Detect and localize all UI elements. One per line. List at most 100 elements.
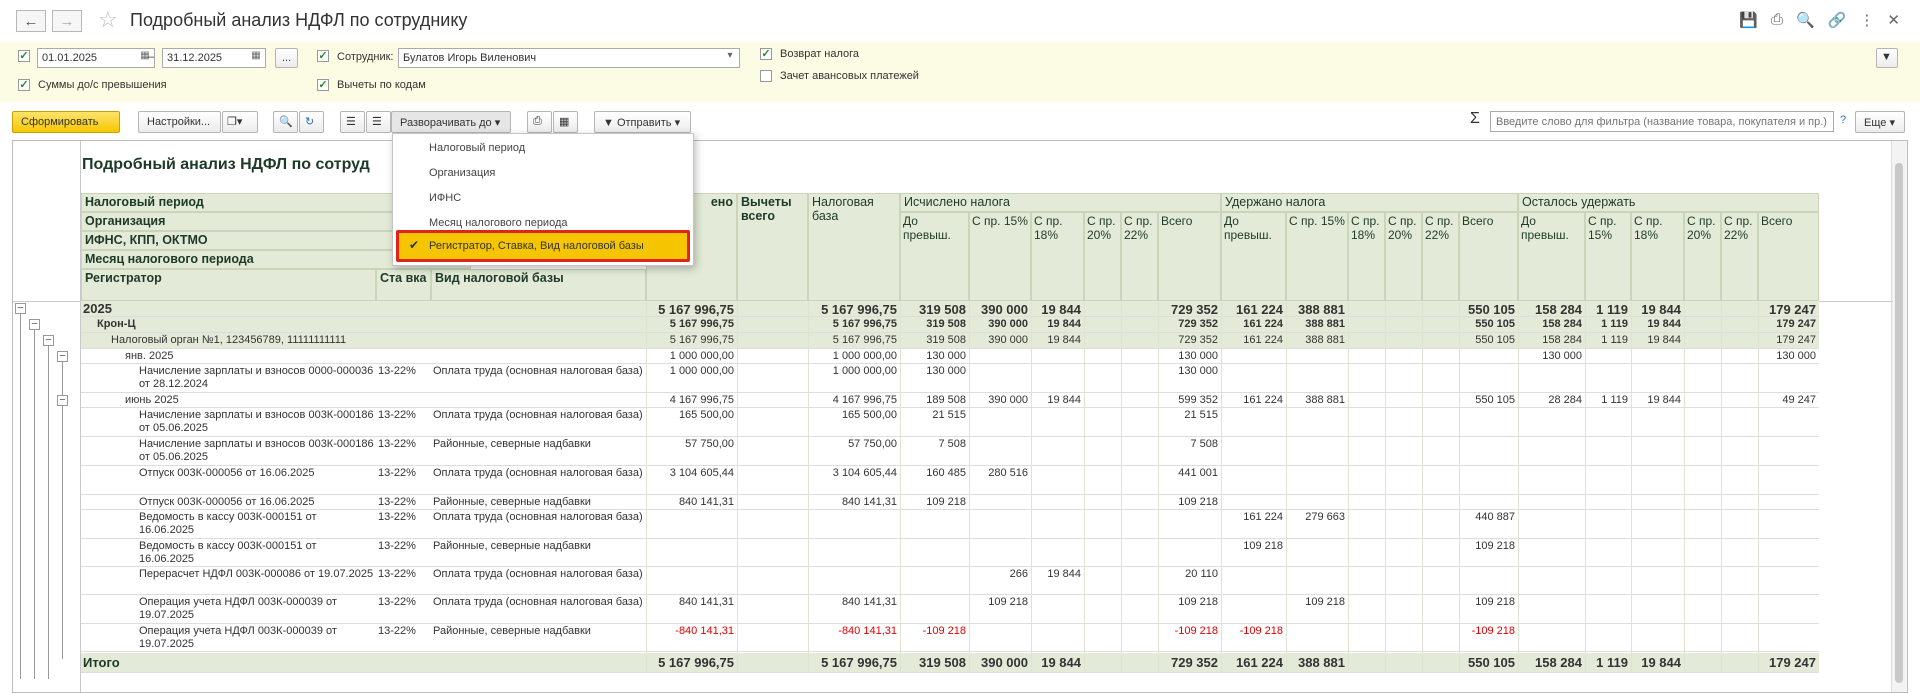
search-button[interactable]: 🔍 — [273, 111, 298, 133]
group-withheld: Удержано налога — [1221, 193, 1518, 212]
collapse-toggle-icon: − — [57, 395, 68, 406]
column-divider — [1031, 301, 1032, 673]
expand-to-button[interactable]: Разворачивать до ▾ — [391, 111, 511, 133]
column-divider — [808, 301, 809, 673]
value-cell: 440 887 — [1475, 511, 1515, 523]
preview-icon: ▦ — [559, 116, 570, 128]
more-vertical-icon[interactable]: ⋮ — [1859, 11, 1874, 29]
collapse-toggle-icon: − — [57, 351, 68, 362]
subcolumn-header: С пр. 22% — [1422, 212, 1459, 301]
period-select-button[interactable]: ... — [275, 48, 299, 68]
settings-button[interactable]: Настройки... — [138, 111, 221, 133]
tree-line — [62, 399, 63, 659]
offset-checkbox[interactable] — [760, 70, 772, 82]
list-expand-icon: ☰ — [372, 116, 382, 128]
sum-icon[interactable]: Σ — [1470, 110, 1480, 128]
link-icon[interactable]: 🔗 — [1828, 11, 1847, 29]
offset-label: Зачет авансовых платежей — [780, 70, 919, 82]
chevron-down-icon[interactable]: ▾ — [722, 50, 738, 66]
generate-button[interactable]: Сформировать — [12, 111, 120, 133]
preview-button[interactable]: ▦ — [553, 111, 578, 133]
value-cell: 19 844 — [1041, 302, 1081, 317]
arrow-right-icon: → — [59, 12, 75, 30]
collapse-button[interactable]: ☰ — [340, 111, 365, 133]
more-button[interactable]: Еще ▾ — [1855, 111, 1905, 133]
print-icon[interactable]: ⎙ — [1771, 11, 1783, 29]
column-divider — [1585, 301, 1586, 673]
preview-icon[interactable]: 🔍 — [1796, 11, 1815, 29]
value-cell: 5 167 996,75 — [821, 302, 897, 317]
print-button[interactable]: ⎙ — [527, 111, 552, 133]
forward-button[interactable]: → — [52, 10, 82, 32]
favorite-star-icon[interactable]: ☆ — [98, 7, 118, 33]
column-divider — [1518, 301, 1519, 673]
value-cell: 840 141,31 — [678, 496, 734, 508]
filter-settings-button[interactable]: ▼ — [1876, 48, 1898, 68]
value-cell: 319 508 — [919, 302, 966, 317]
row-rate: 13-22% — [378, 540, 416, 552]
sums-checkbox[interactable]: ✓ — [18, 79, 30, 91]
row-label: Операция учета НДФЛ 003К-000039 от 19.07… — [139, 625, 337, 650]
help-link[interactable]: ? — [1840, 114, 1846, 126]
value-cell: 130 000 — [926, 365, 966, 377]
variant-button[interactable]: ❐▾ — [222, 111, 258, 133]
refund-label: Возврат налога — [780, 48, 860, 60]
row-label: Крон-Ц — [97, 318, 136, 330]
send-button[interactable]: ▼ Отправить ▾ — [594, 111, 691, 133]
back-button[interactable]: ← — [16, 10, 46, 32]
refund-checkbox[interactable]: ✓ — [760, 48, 772, 60]
value-cell: 109 218 — [1475, 596, 1515, 608]
calendar-icon[interactable]: ▦ — [248, 50, 264, 66]
save-icon[interactable]: 💾 — [1739, 11, 1758, 29]
date-to-field[interactable]: 31.12.2025 ▦ — [162, 48, 266, 68]
value-cell: 130 000 — [1776, 350, 1816, 362]
employee-field[interactable]: Булатов Игорь Виленович ▾ — [398, 48, 740, 68]
value-cell: 729 352 — [1178, 318, 1218, 330]
vertical-scrollbar[interactable] — [1891, 141, 1907, 692]
expand-all-button[interactable]: ☰ — [366, 111, 391, 133]
row-label: 2025 — [83, 302, 112, 316]
period-checkbox[interactable]: ✓ — [18, 50, 30, 62]
sums-label: Суммы до/с превышения — [38, 79, 167, 91]
search-input[interactable] — [1490, 111, 1834, 132]
scrollbar-thumb[interactable] — [1895, 163, 1903, 683]
date-from-field[interactable]: 01.01.2025 ▦ — [37, 48, 155, 68]
value-cell: 729 352 — [1178, 334, 1218, 346]
deductions-checkbox[interactable]: ✓ — [317, 79, 329, 91]
dropdown-item-organization[interactable]: Организация — [429, 167, 495, 179]
window-actions: 💾 ⎙ 🔍 🔗 ⋮ ✕ — [1739, 11, 1900, 29]
value-cell: 5 167 996,75 — [658, 302, 734, 317]
column-divider — [1684, 301, 1685, 673]
dropdown-item-registrar-selected[interactable]: ✔ Регистратор, Ставка, Вид налоговой баз… — [396, 230, 690, 262]
page-title: Подробный анализ НДФЛ по сотруднику — [130, 10, 468, 30]
value-cell: -109 218 — [1239, 625, 1283, 637]
employee-checkbox[interactable]: ✓ — [317, 50, 329, 62]
close-icon[interactable]: ✕ — [1887, 11, 1900, 29]
column-registrar: Регистратор — [81, 269, 376, 301]
value-cell: 109 218 — [988, 596, 1028, 608]
dropdown-item-ifns[interactable]: ИФНС — [429, 192, 461, 204]
value-cell: 19 844 — [1047, 334, 1081, 346]
dropdown-item-month[interactable]: Месяц налогового периода — [429, 217, 568, 229]
value-cell: 158 284 — [1542, 334, 1582, 346]
column-divider — [1385, 301, 1386, 673]
total-value: 158 284 — [1535, 655, 1582, 670]
dropdown-item-tax-period[interactable]: Налоговый период — [429, 142, 525, 154]
refresh-button[interactable]: ↻ — [299, 111, 324, 133]
value-cell: 161 224 — [1243, 318, 1283, 330]
value-cell: 109 218 — [1475, 540, 1515, 552]
value-cell: 19 844 — [1647, 318, 1681, 330]
column-divider — [737, 301, 738, 673]
value-cell: 158 284 — [1542, 318, 1582, 330]
row-base-type: Районные, северные надбавки — [433, 438, 591, 450]
subcolumn-header: Всего — [1459, 212, 1518, 301]
total-value: 161 224 — [1236, 655, 1283, 670]
subcolumn-header: До превыш. — [1221, 212, 1286, 301]
value-cell: 5 167 996,75 — [832, 334, 897, 346]
row-rate: 13-22% — [378, 511, 416, 523]
value-cell: 160 485 — [926, 467, 966, 479]
value-cell: 57 750,00 — [848, 438, 897, 450]
value-cell: 7 508 — [938, 438, 966, 450]
value-cell: 179 247 — [1776, 334, 1816, 346]
tree-line — [20, 307, 21, 679]
